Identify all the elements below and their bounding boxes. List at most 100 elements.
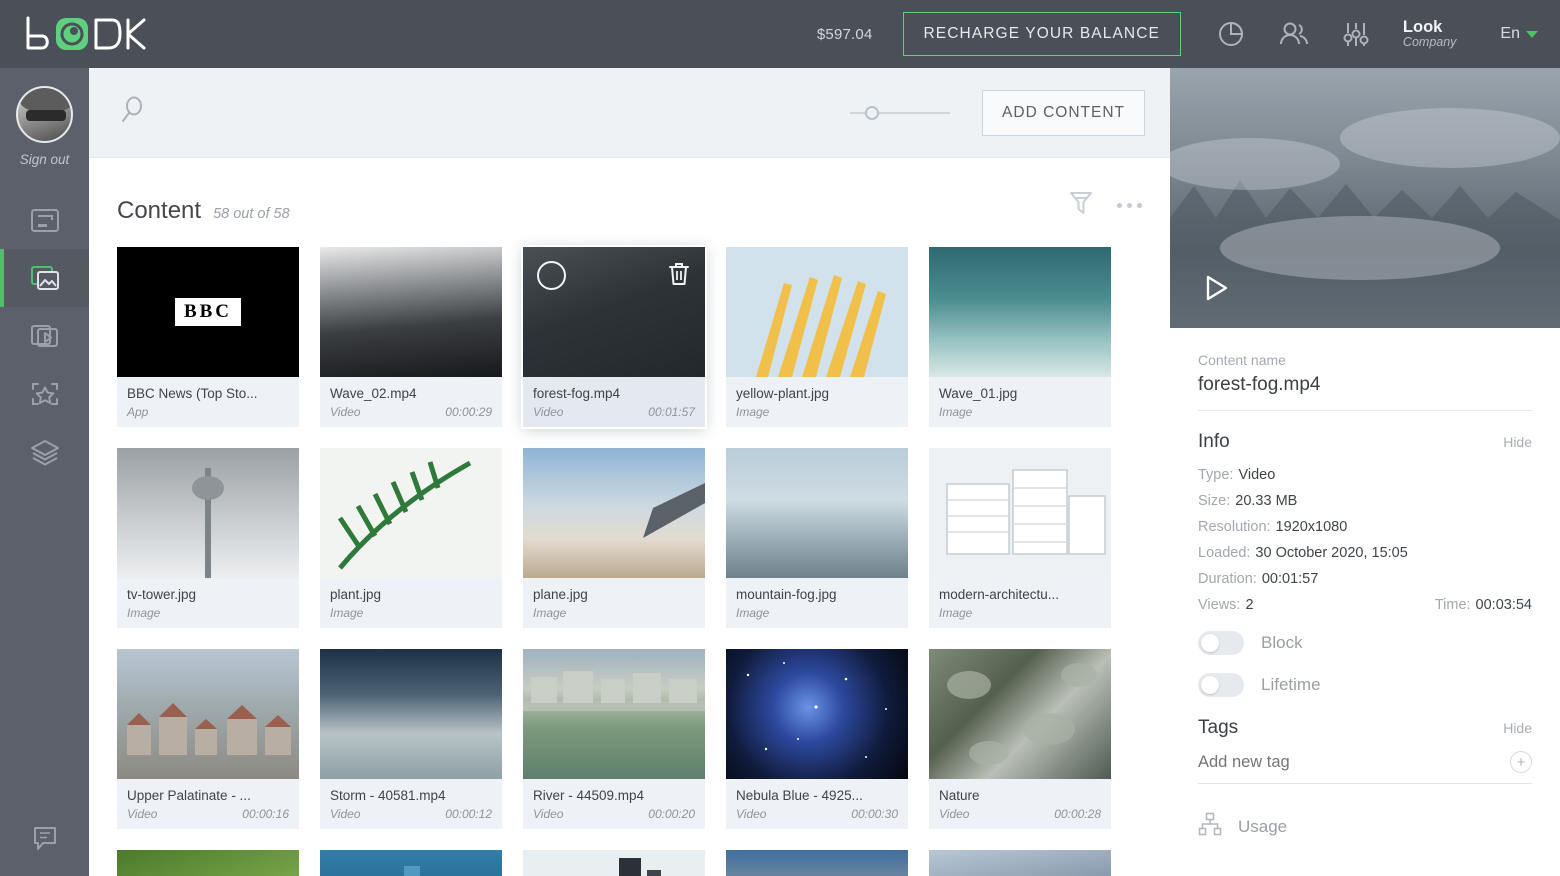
users-icon[interactable] [1277,17,1311,51]
usage-row[interactable]: Usage [1198,812,1532,841]
card-thumbnail[interactable] [320,448,502,578]
add-tag-input[interactable] [1198,753,1510,772]
content-card[interactable]: Storm - 40581.mp4 Video00:00:12 [320,649,502,829]
content-card[interactable]: mountain-fog.jpg Image [726,448,908,628]
card-type: Video [736,807,766,821]
main-area: ADD CONTENT Content 58 out of 58 BBC BBC… [89,68,1170,876]
card-thumbnail[interactable] [117,850,299,876]
content-card[interactable]: plant.jpg Image [320,448,502,628]
slider-knob[interactable] [865,106,879,120]
delete-icon[interactable] [667,261,691,292]
card-type: Image [127,606,160,620]
card-thumbnail[interactable] [523,448,705,578]
chart-pie-icon[interactable] [1215,17,1249,51]
card-thumbnail[interactable] [929,649,1111,779]
card-thumbnail[interactable] [320,649,502,779]
info-section-header: Info Hide [1198,431,1532,453]
filter-icon[interactable] [1067,188,1095,223]
content-card[interactable] [929,850,1111,876]
plus-icon[interactable]: + [1510,751,1532,773]
content-card[interactable]: Upper Palatinate - ... Video00:00:16 [117,649,299,829]
card-type: Video [330,807,360,821]
card-thumbnail[interactable] [726,850,908,876]
content-card[interactable]: Wave_02.mp4 Video00:00:29 [320,247,502,427]
add-content-button[interactable]: ADD CONTENT [982,90,1145,136]
content-card[interactable]: Nature Video00:00:28 [929,649,1111,829]
company-brand[interactable]: Look Company [1403,18,1457,50]
sidebar-item-playlists[interactable] [0,307,89,365]
content-card[interactable]: yellow-plant.jpg Image [726,247,908,427]
content-card[interactable]: BBC BBC News (Top Sto... App [117,247,299,427]
search-input[interactable] [165,104,850,122]
info-title: Info [1198,431,1230,453]
card-duration: 00:00:30 [851,807,898,821]
sidebar-item-screens[interactable] [0,191,89,249]
content-card[interactable]: Nebula Blue - 4925... Video00:00:30 [726,649,908,829]
content-card[interactable] [726,850,908,876]
card-thumbnail[interactable] [117,448,299,578]
card-thumbnail[interactable] [523,850,705,876]
card-thumbnail[interactable] [726,649,908,779]
play-icon[interactable] [1198,271,1232,310]
app-root: $597.04 RECHARGE YOUR BALANCE Look Compa… [0,0,1560,876]
card-type: Video [939,807,969,821]
card-thumbnail[interactable] [929,850,1111,876]
info-row: Type:Video [1198,467,1532,483]
content-card[interactable]: River - 44509.mp4 Video00:00:20 [523,649,705,829]
info-hide-link[interactable]: Hide [1503,434,1532,450]
card-name: forest-fog.mp4 [533,386,695,401]
card-meta: Wave_01.jpg Image [929,377,1111,427]
card-thumbnail[interactable] [523,247,705,377]
card-thumbnail[interactable] [726,448,908,578]
content-grid: BBC BBC News (Top Sto... App Wave_02.mp4… [89,225,1170,876]
info-row: Size:20.33 MB [1198,493,1532,509]
card-thumbnail[interactable] [929,247,1111,377]
thumbnail-size-slider[interactable] [850,102,950,124]
card-type: Image [330,606,363,620]
chat-icon[interactable] [0,824,89,852]
sitemap-icon [1198,812,1222,841]
sidebar-item-templates[interactable] [0,365,89,423]
card-name: Upper Palatinate - ... [127,788,289,803]
content-card[interactable] [523,850,705,876]
tags-hide-link[interactable]: Hide [1503,720,1532,736]
sign-out-link[interactable]: Sign out [20,152,70,167]
tag-input-row: + [1198,751,1532,784]
content-card-selected[interactable]: forest-fog.mp4 Video00:01:57 [523,247,705,427]
sidebar-item-layers[interactable] [0,423,89,481]
content-card[interactable]: Wave_01.jpg Image [929,247,1111,427]
sidebar-nav [0,191,89,481]
block-toggle[interactable] [1198,631,1244,655]
card-thumbnail[interactable] [929,448,1111,578]
content-card[interactable]: plane.jpg Image [523,448,705,628]
card-thumbnail[interactable] [726,247,908,377]
content-card[interactable]: modern-architectu... Image [929,448,1111,628]
content-card[interactable]: tv-tower.jpg Image [117,448,299,628]
search-icon[interactable] [117,93,151,132]
lifetime-toggle-row: Lifetime [1198,673,1532,697]
avatar[interactable] [16,86,73,143]
content-card[interactable] [117,850,299,876]
card-thumbnail[interactable] [320,850,502,876]
info-label: Loaded: [1198,545,1250,561]
card-thumbnail[interactable] [117,649,299,779]
card-duration: 00:00:20 [648,807,695,821]
more-dots-icon[interactable] [1117,203,1142,208]
card-thumbnail[interactable] [320,247,502,377]
info-list: Type:Video Size:20.33 MB Resolution:1920… [1198,467,1532,613]
card-thumbnail[interactable]: BBC [117,247,299,377]
look-logo[interactable] [22,14,154,54]
card-select-checkbox[interactable] [537,261,566,290]
lifetime-toggle[interactable] [1198,673,1244,697]
preview-player[interactable] [1170,68,1560,328]
info-row: Resolution:1920x1080 [1198,519,1532,535]
language-selector[interactable]: En [1500,25,1538,43]
sliders-icon[interactable] [1339,17,1373,51]
card-thumbnail[interactable] [523,649,705,779]
content-name-value[interactable]: forest-fog.mp4 [1198,374,1532,411]
content-card[interactable] [320,850,502,876]
card-meta: River - 44509.mp4 Video00:00:20 [523,779,705,829]
card-name: Wave_02.mp4 [330,386,492,401]
sidebar-item-content[interactable] [0,249,89,307]
recharge-balance-button[interactable]: RECHARGE YOUR BALANCE [903,12,1181,56]
